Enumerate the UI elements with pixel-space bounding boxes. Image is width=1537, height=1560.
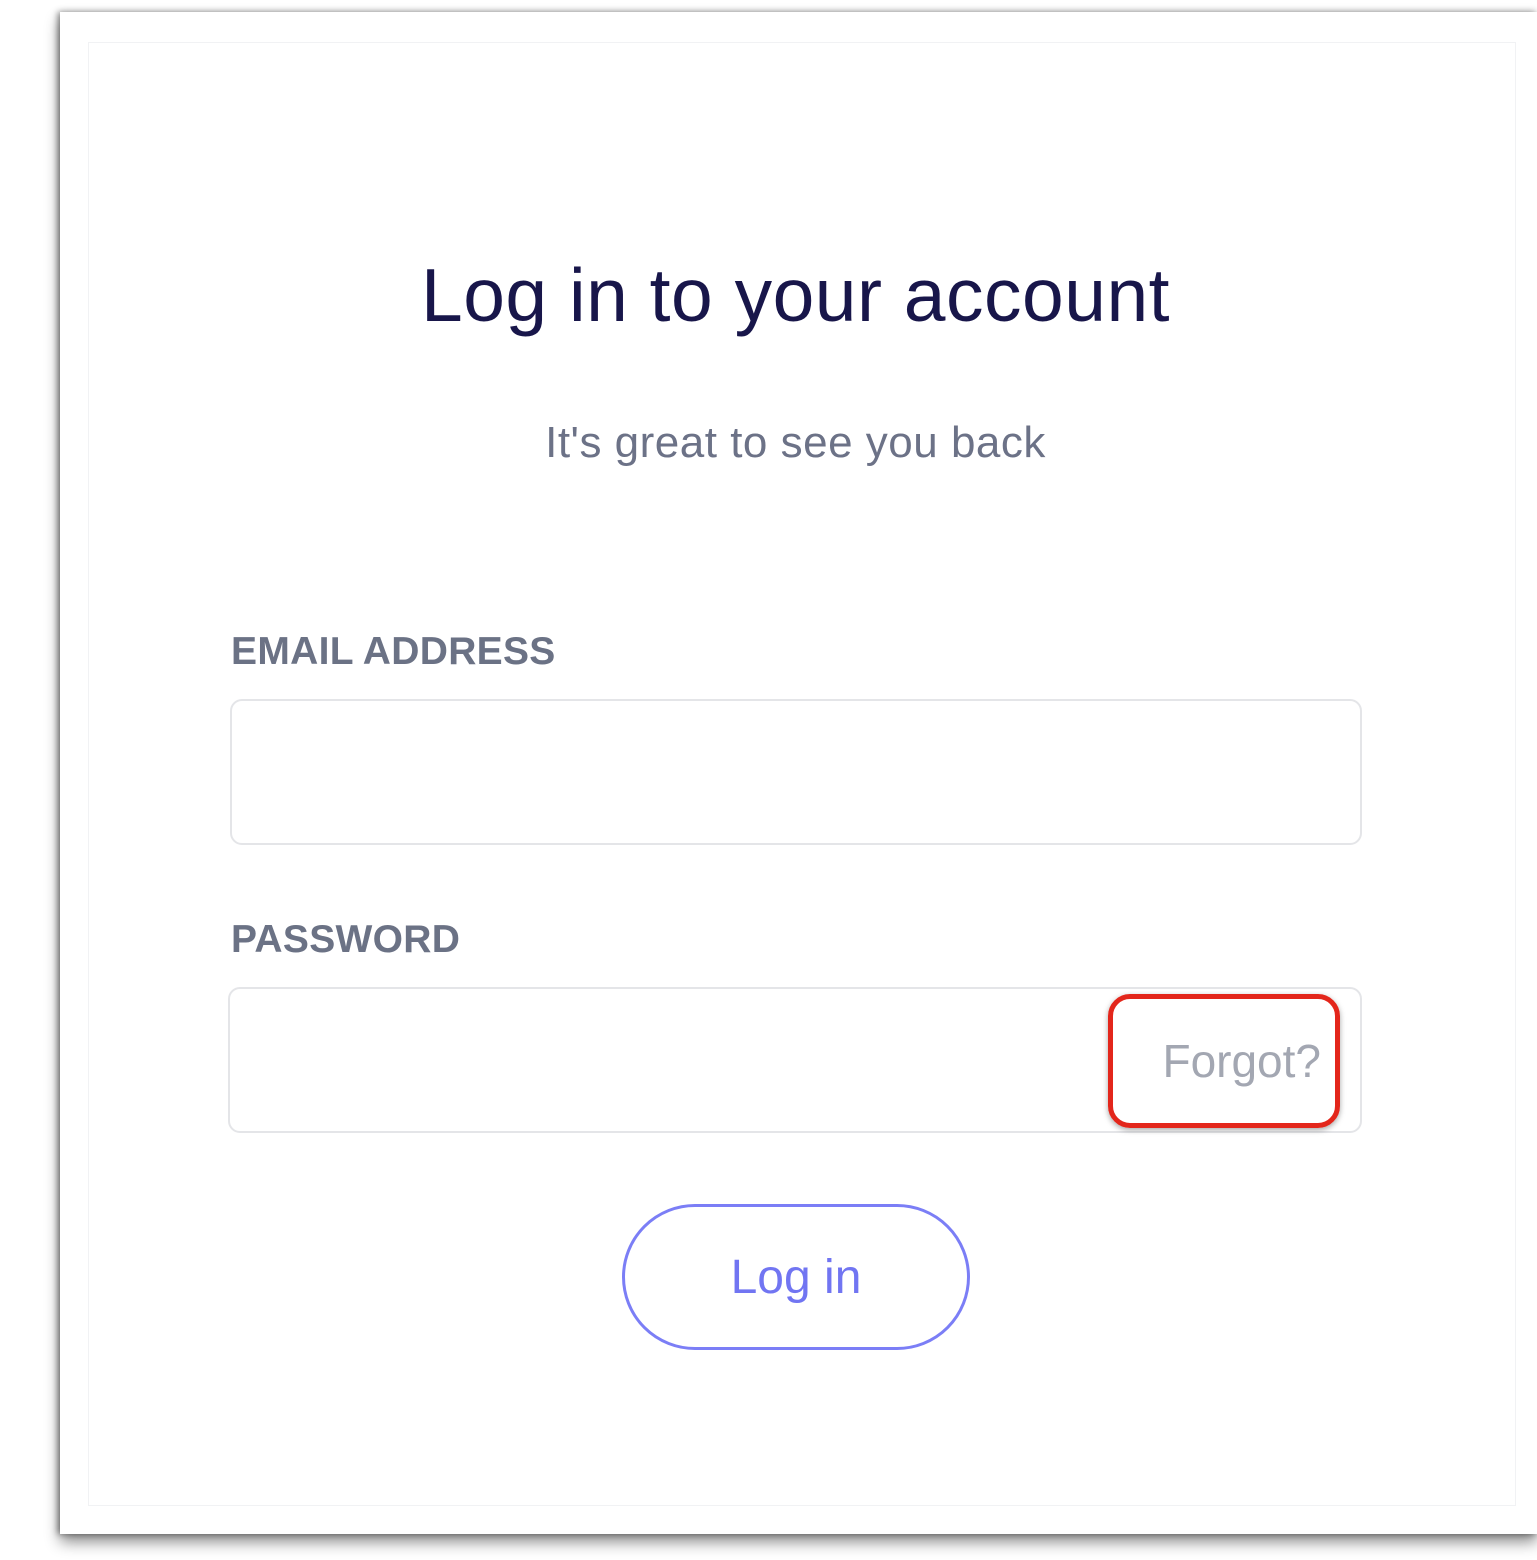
page-title: Log in to your account <box>421 253 1170 337</box>
password-label: PASSWORD <box>231 918 461 961</box>
forgot-password-link[interactable]: Forgot? <box>1108 994 1340 1128</box>
email-label: EMAIL ADDRESS <box>231 630 556 673</box>
email-field[interactable] <box>232 701 1360 843</box>
page-subtitle: It's great to see you back <box>545 418 1046 467</box>
login-button[interactable]: Log in <box>622 1204 970 1350</box>
email-field-wrapper <box>230 699 1362 845</box>
forgot-password-label: Forgot? <box>1162 1035 1321 1087</box>
